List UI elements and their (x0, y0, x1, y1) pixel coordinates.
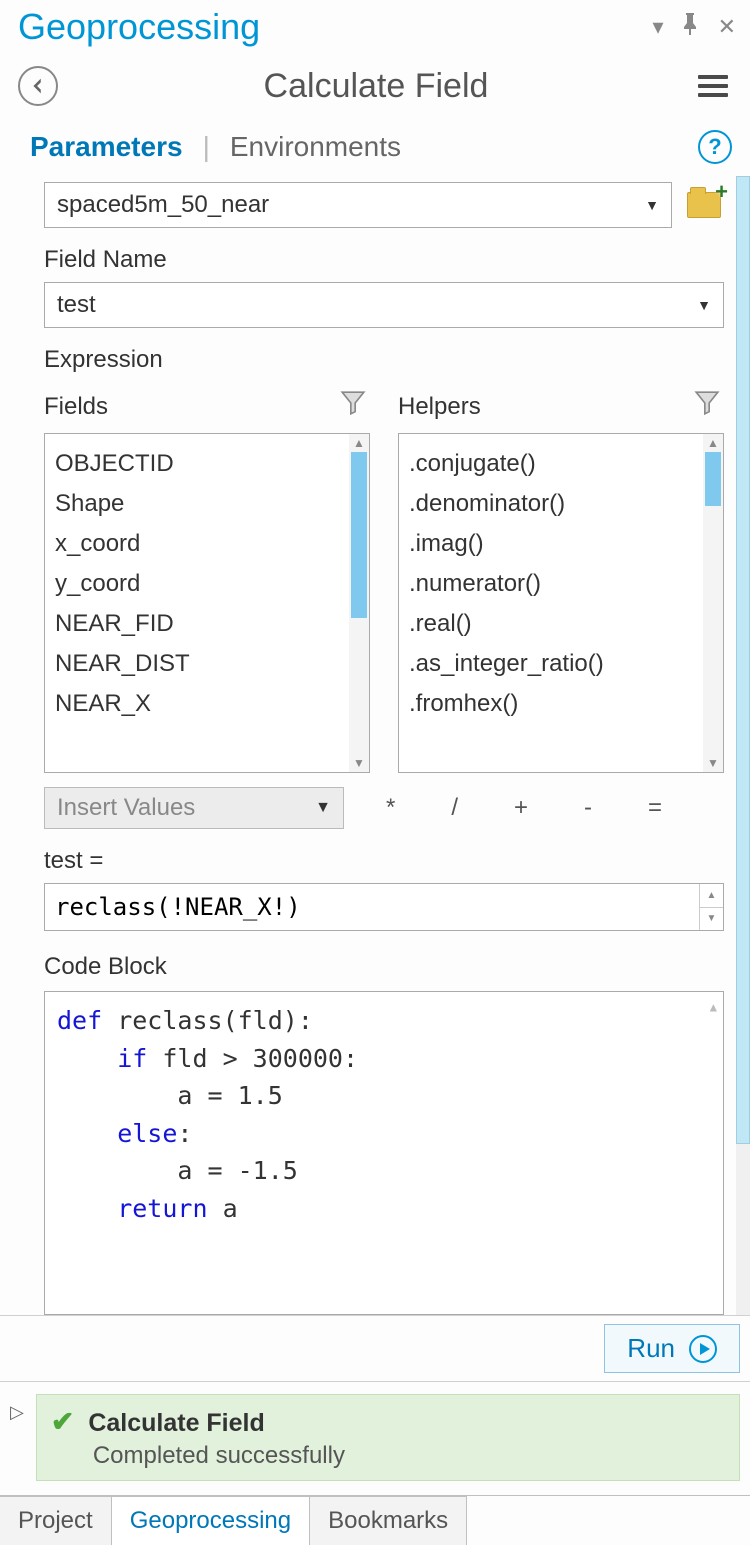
main-wrap: spaced5m_50_near ▼ + Field Name test ▼ E… (0, 172, 750, 1315)
op-equals[interactable]: = (634, 794, 676, 822)
close-icon[interactable]: ✕ (718, 14, 736, 40)
field-name-label: Field Name (44, 246, 724, 274)
tab-separator: | (203, 131, 210, 163)
back-button[interactable] (18, 66, 58, 106)
menu-icon[interactable] (694, 66, 732, 106)
chevron-down-icon: ▼ (697, 297, 711, 313)
helpers-column: Helpers .conjugate() .denominator() .ima… (398, 390, 724, 773)
tab-bookmarks[interactable]: Bookmarks (310, 1496, 467, 1545)
tab-environments[interactable]: Environments (224, 131, 407, 163)
status-title: Calculate Field (88, 1409, 264, 1437)
codeblock-input[interactable]: ▲def reclass(fld): if fld > 300000: a = … (44, 991, 724, 1315)
status-bar: ▷ ✔ Calculate Field Completed successfull… (0, 1381, 750, 1495)
tab-parameters[interactable]: Parameters (24, 131, 189, 163)
dropdown-icon[interactable]: ▾ (653, 14, 664, 40)
scrollbar[interactable]: ▲ ▼ (349, 434, 369, 772)
status-message[interactable]: ✔ Calculate Field Completed successfully (36, 1394, 740, 1481)
tab-geoprocessing[interactable]: Geoprocessing (112, 1496, 310, 1545)
list-item[interactable]: x_coord (55, 524, 343, 564)
filter-icon[interactable] (340, 390, 366, 423)
helpers-listbox: .conjugate() .denominator() .imag() .num… (398, 433, 724, 773)
browse-button[interactable]: + (684, 185, 724, 225)
pin-icon[interactable] (682, 13, 700, 41)
list-item[interactable]: .fromhex() (409, 684, 697, 724)
field-name-dropdown[interactable]: test ▼ (44, 282, 724, 328)
filter-icon[interactable] (694, 390, 720, 423)
op-multiply[interactable]: * (372, 794, 409, 822)
expression-spinner[interactable]: ▲ ▼ (699, 884, 723, 930)
tab-project[interactable]: Project (0, 1496, 112, 1545)
operator-row: Insert Values ▼ * / + - = (44, 787, 724, 829)
tool-title: Calculate Field (58, 67, 694, 106)
op-subtract[interactable]: - (570, 794, 606, 822)
help-button[interactable]: ? (698, 130, 732, 164)
tool-header: Calculate Field (0, 56, 750, 106)
scroll-up-icon[interactable]: ▲ (710, 998, 717, 1016)
run-label: Run (627, 1333, 675, 1364)
expression-columns: Fields OBJECTID Shape x_coord y_coord NE… (44, 390, 724, 773)
scroll-up-icon[interactable]: ▲ (707, 434, 719, 452)
play-icon (689, 1335, 717, 1363)
scroll-down-icon[interactable]: ▼ (353, 754, 365, 772)
run-button[interactable]: Run (604, 1324, 740, 1373)
checkmark-icon: ✔ (51, 1406, 74, 1437)
panel-title: Geoprocessing (18, 6, 260, 48)
field-name-value: test (57, 291, 697, 319)
list-item[interactable]: .denominator() (409, 484, 697, 524)
insert-values-label: Insert Values (57, 794, 315, 822)
panel-titlebar: Geoprocessing ▾ ✕ (0, 0, 750, 56)
status-detail: Completed successfully (93, 1442, 725, 1470)
list-item[interactable]: y_coord (55, 564, 343, 604)
expression-input-wrap: ▲ ▼ (44, 883, 724, 931)
expression-label: Expression (44, 346, 724, 374)
expand-icon[interactable]: ▷ (10, 1402, 24, 1423)
helpers-header: Helpers (398, 393, 481, 421)
list-item[interactable]: NEAR_DIST (55, 644, 343, 684)
spin-down-icon[interactable]: ▼ (700, 908, 723, 931)
parameters-pane: spaced5m_50_near ▼ + Field Name test ▼ E… (0, 172, 736, 1315)
list-item[interactable]: .imag() (409, 524, 697, 564)
panel-window-controls: ▾ ✕ (653, 13, 736, 41)
list-item[interactable]: .real() (409, 604, 697, 644)
tool-tabs: Parameters | Environments ? (0, 106, 750, 172)
list-item[interactable]: Shape (55, 484, 343, 524)
fields-listbox: OBJECTID Shape x_coord y_coord NEAR_FID … (44, 433, 370, 773)
list-item[interactable]: .numerator() (409, 564, 697, 604)
expression-target-label: test = (44, 847, 724, 875)
list-item[interactable]: NEAR_X (55, 684, 343, 724)
helpers-list: .conjugate() .denominator() .imag() .num… (399, 434, 703, 772)
bottom-tab-strip: Project Geoprocessing Bookmarks (0, 1495, 750, 1545)
codeblock-label: Code Block (44, 953, 724, 981)
chevron-down-icon: ▼ (645, 197, 659, 213)
spin-up-icon[interactable]: ▲ (700, 884, 723, 908)
input-table-dropdown[interactable]: spaced5m_50_near ▼ (44, 182, 672, 228)
input-table-group: spaced5m_50_near ▼ + (44, 182, 724, 228)
list-item[interactable]: OBJECTID (55, 444, 343, 484)
run-bar: Run (0, 1315, 750, 1381)
fields-column: Fields OBJECTID Shape x_coord y_coord NE… (44, 390, 370, 773)
insert-values-dropdown[interactable]: Insert Values ▼ (44, 787, 344, 829)
op-divide[interactable]: / (437, 794, 472, 822)
fields-header: Fields (44, 393, 108, 421)
scroll-down-icon[interactable]: ▼ (707, 754, 719, 772)
chevron-down-icon: ▼ (315, 799, 331, 817)
list-item[interactable]: .as_integer_ratio() (409, 644, 697, 684)
panel-scrollbar[interactable] (736, 176, 750, 1315)
fields-list: OBJECTID Shape x_coord y_coord NEAR_FID … (45, 434, 349, 772)
scroll-up-icon[interactable]: ▲ (353, 434, 365, 452)
expression-input[interactable] (45, 884, 699, 930)
list-item[interactable]: .conjugate() (409, 444, 697, 484)
scrollbar[interactable]: ▲ ▼ (703, 434, 723, 772)
input-table-value: spaced5m_50_near (57, 191, 645, 219)
list-item[interactable]: NEAR_FID (55, 604, 343, 644)
field-name-group: Field Name test ▼ (44, 246, 724, 328)
op-add[interactable]: + (500, 794, 542, 822)
